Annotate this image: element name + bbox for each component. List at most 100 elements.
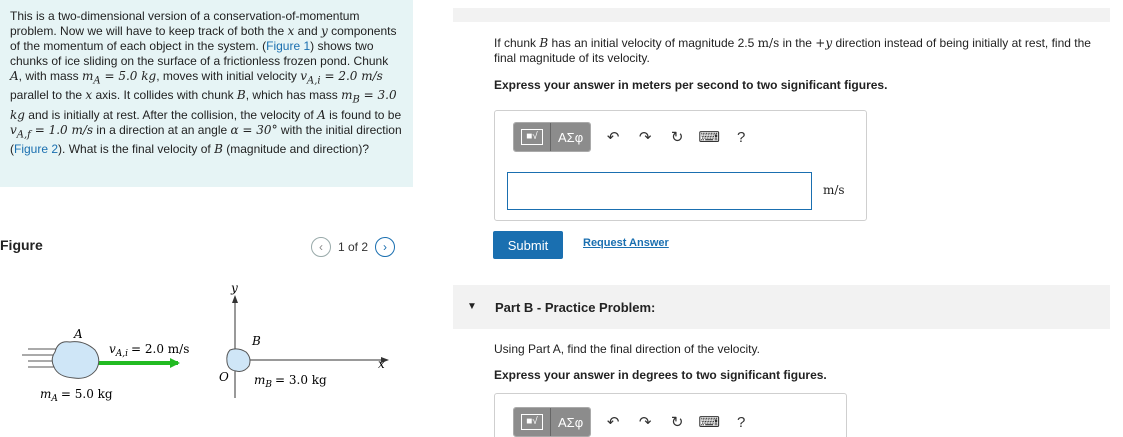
math-input-buttons: ■√ ΑΣφ — [513, 122, 592, 152]
next-figure-button[interactable]: › — [375, 237, 396, 257]
math-toolbar-b: ■√ ΑΣφ ↶ ↷ ↻ ⌨ ? — [513, 407, 757, 437]
figure-pager: ‹ 1 of 2 › — [311, 237, 396, 257]
math-A: A — [10, 69, 19, 83]
keyboard-icon: ⌨ — [698, 414, 720, 431]
chevron-left-icon: ‹ — [319, 240, 323, 254]
math-unit: m/s — [757, 36, 780, 50]
label-mB: m — [254, 373, 265, 387]
math-B: B — [539, 36, 549, 50]
math-v: v — [300, 69, 308, 83]
math-sub: B — [352, 94, 360, 106]
redo-icon: ↷ — [638, 129, 652, 146]
question-text: in the — [779, 36, 816, 50]
math-sub: A — [93, 75, 101, 87]
undo-icon: ↶ — [606, 414, 620, 431]
answer-unit: m/s — [823, 183, 845, 197]
request-answer-link[interactable]: Request Answer — [583, 237, 669, 249]
collision-diagram: y x A B O vA,i = 2.0 m/s mA = 5.0 kg mB = 3… — [22, 281, 389, 404]
intro-text: (magnitude and direction)? — [222, 142, 370, 157]
ice-chunk-a — [51, 341, 100, 379]
label-mA-sub: A — [50, 394, 58, 404]
templates-icon: ■√ — [521, 414, 543, 430]
submit-button[interactable]: Submit — [493, 231, 563, 259]
label-y: y — [230, 281, 238, 295]
label-vAi-val: = 2.0 m/s — [131, 342, 189, 356]
help-button[interactable]: ? — [725, 122, 757, 152]
math-plus-y: +y — [815, 36, 833, 50]
part-b-header[interactable]: ▼ Part B - Practice Problem: — [453, 285, 1110, 329]
question-text: If chunk — [494, 36, 540, 50]
math-input-buttons-b: ■√ ΑΣφ — [513, 407, 592, 437]
redo-icon: ↷ — [638, 414, 652, 431]
intro-text: parallel to the — [10, 88, 86, 103]
top-bar — [453, 8, 1110, 22]
intro-text: , with mass — [18, 69, 83, 83]
figure-2-link[interactable]: Figure 2 — [14, 142, 58, 156]
math-sub: A,i — [307, 75, 321, 87]
chevron-right-icon: › — [383, 240, 388, 254]
part-a-question: If chunk B has an initial velocity of ma… — [494, 36, 1109, 66]
part-a-instruction: Express your answer in meters per second… — [494, 78, 888, 92]
undo-button[interactable]: ↶ — [597, 122, 629, 152]
math-mA: m — [82, 69, 94, 83]
reset-button[interactable]: ↻ — [661, 122, 693, 152]
answer-input[interactable] — [507, 172, 812, 210]
math-y: y — [320, 24, 328, 38]
intro-text: axis. It collides with chunk — [92, 88, 237, 103]
keyboard-button-b[interactable]: ⌨ — [693, 407, 725, 437]
reset-icon: ↻ — [670, 414, 684, 431]
math-eq: = 5.0 kg — [100, 69, 157, 83]
label-x: x — [378, 357, 385, 371]
part-b-title: Part B - Practice Problem: — [495, 300, 656, 315]
undo-icon: ↶ — [606, 129, 620, 146]
math-eq: = 1.0 m/s — [30, 122, 94, 137]
prev-figure-button[interactable]: ‹ — [311, 237, 331, 257]
label-vAi-sub: A,i — [115, 349, 128, 359]
math-eq: = 2.0 m/s — [320, 69, 383, 83]
reset-button-b[interactable]: ↻ — [661, 407, 693, 437]
intro-text: , which has mass — [245, 88, 342, 103]
templates-button[interactable]: ■√ — [514, 123, 550, 151]
intro-text: and is initially at rest. After the coll… — [24, 107, 318, 122]
label-B: B — [251, 334, 261, 348]
question-text: has an initial velocity of magnitude 2.5 — [548, 36, 758, 50]
intro-text: is found to be — [325, 107, 402, 122]
label-mB-sub: B — [264, 380, 272, 390]
help-button-b[interactable]: ? — [725, 407, 757, 437]
math-toolbar: ■√ ΑΣφ ↶ ↷ ↻ ⌨ ? — [513, 122, 757, 152]
symbols-button[interactable]: ΑΣφ — [550, 123, 591, 151]
symbols-button-b[interactable]: ΑΣφ — [550, 408, 591, 436]
part-b-question: Using Part A, find the final direction o… — [494, 342, 760, 356]
label-O: O — [219, 370, 229, 384]
caret-down-icon: ▼ — [467, 301, 477, 312]
figure-1-link[interactable]: Figure 1 — [266, 39, 310, 53]
intro-text: ). What is the final velocity of — [58, 142, 215, 157]
math-B: B — [236, 88, 246, 103]
ice-chunk-b — [226, 348, 251, 372]
svg-text:vA,i= 2.0 m/s: vA,i = 2.0 m/s — [109, 342, 189, 359]
math-sub: A,f — [16, 129, 31, 141]
reset-icon: ↻ — [670, 129, 684, 146]
math-B: B — [214, 142, 223, 157]
page-count: 1 of 2 — [338, 240, 369, 254]
label-A: A — [73, 327, 83, 341]
intro-text: in a direction at an angle — [93, 122, 231, 137]
answer-panel-b: ■√ ΑΣφ ↶ ↷ ↻ ⌨ ? — [494, 393, 847, 437]
intro-text: and — [294, 24, 321, 38]
part-b-instruction: Express your answer in degrees to two si… — [494, 368, 827, 382]
math-A: A — [317, 107, 326, 122]
figure-title: Figure — [0, 237, 43, 253]
answer-panel: ■√ ΑΣφ ↶ ↷ ↻ ⌨ ? m/s — [494, 110, 867, 221]
figure-diagram: y x A B O vA,i = 2.0 m/s mA = 5.0 kg mB = 3… — [0, 270, 413, 437]
templates-button-b[interactable]: ■√ — [514, 408, 550, 436]
math-v: v — [10, 122, 17, 137]
redo-button[interactable]: ↷ — [629, 122, 661, 152]
svg-text:mA= 5.0 kg: mA = 5.0 kg — [40, 387, 113, 404]
keyboard-button[interactable]: ⌨ — [693, 122, 725, 152]
redo-button-b[interactable]: ↷ — [629, 407, 661, 437]
math-alpha: α — [230, 122, 239, 137]
math-eq: = 30° — [238, 122, 278, 137]
undo-button-b[interactable]: ↶ — [597, 407, 629, 437]
math-mB: m — [341, 88, 353, 103]
svg-text:mB= 3.0 kg: mB = 3.0 kg — [254, 373, 327, 390]
